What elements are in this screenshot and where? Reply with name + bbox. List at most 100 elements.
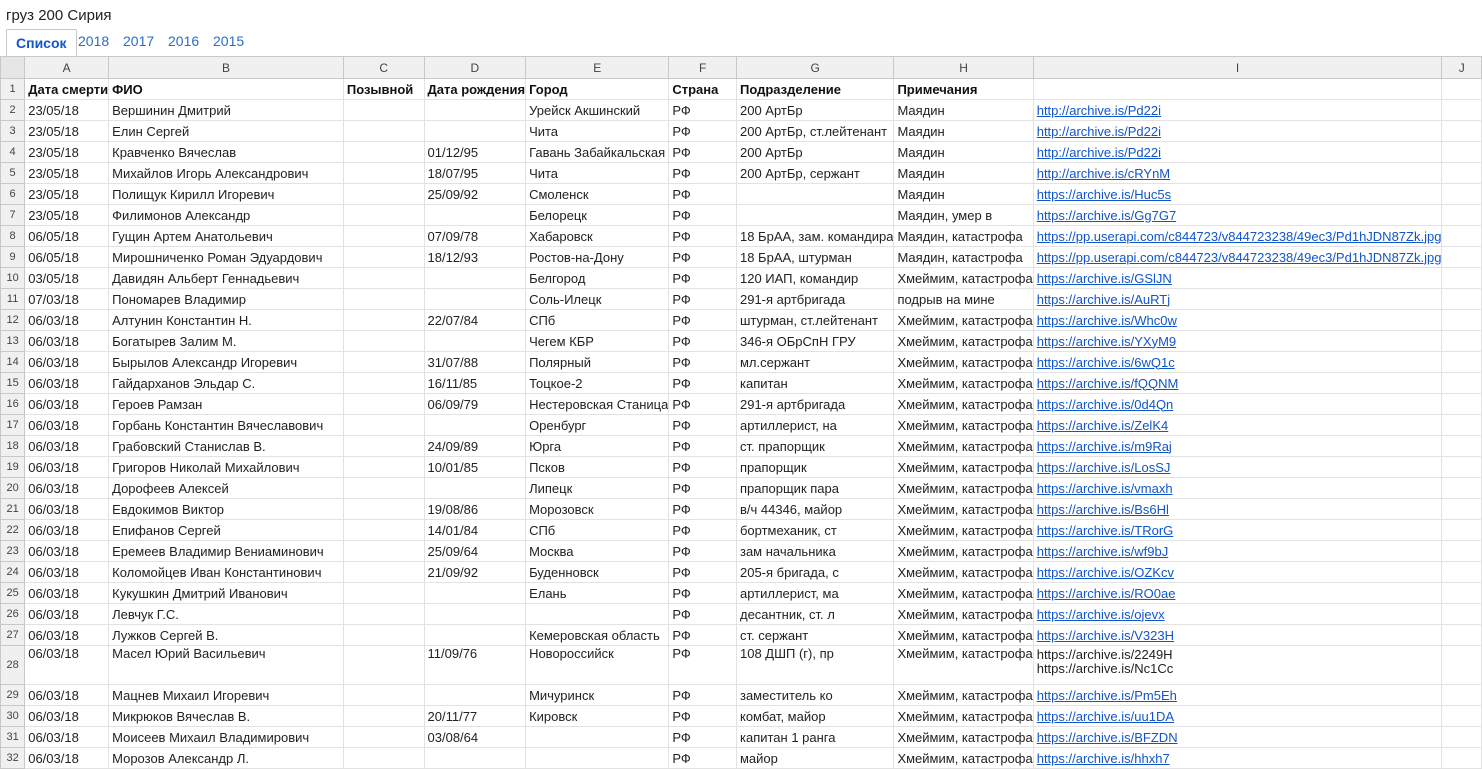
cell-name[interactable]: Героев Рамзан <box>108 393 344 415</box>
cell-unit[interactable]: артиллерист, ма <box>735 582 895 604</box>
cell-call[interactable] <box>342 456 425 478</box>
row-header[interactable]: 19 <box>0 456 26 478</box>
source-link[interactable]: https://archive.is/0d4Qn <box>1037 397 1174 412</box>
cell-j[interactable] <box>1441 393 1482 415</box>
cell-date[interactable]: 06/03/18 <box>24 477 110 499</box>
cell-date[interactable]: 23/05/18 <box>24 204 110 226</box>
cell-name[interactable]: Морозов Александр Л. <box>108 747 344 769</box>
cell-city[interactable]: Ростов-на-Дону <box>525 246 670 268</box>
cell-country[interactable]: РФ <box>668 267 737 289</box>
cell-date[interactable]: 06/03/18 <box>24 540 110 562</box>
cell-notes[interactable]: Маядин <box>893 183 1034 205</box>
cell-call[interactable] <box>342 540 425 562</box>
cell-date[interactable]: 06/03/18 <box>24 684 110 706</box>
cell-name[interactable]: Гайдарханов Эльдар С. <box>108 372 344 394</box>
cell-country[interactable]: РФ <box>668 414 737 436</box>
cell-born[interactable]: 07/09/78 <box>423 225 527 247</box>
select-all-corner[interactable] <box>0 56 26 79</box>
cell-notes[interactable]: Хмеймим, катастрофа <box>893 624 1034 646</box>
source-link[interactable]: https://archive.is/Huc5s <box>1037 187 1171 202</box>
cell-city[interactable]: Мичуринск <box>525 684 670 706</box>
cell-notes[interactable]: Хмеймим, катастрофа <box>893 330 1034 352</box>
cell-call[interactable] <box>342 309 425 331</box>
cell-unit[interactable]: штурман, ст.лейтенант <box>735 309 895 331</box>
row-header[interactable]: 9 <box>0 246 26 268</box>
header-cell[interactable] <box>1441 78 1482 100</box>
cell-country[interactable]: РФ <box>668 684 737 706</box>
cell-born[interactable] <box>423 624 527 646</box>
cell-unit[interactable]: майор <box>735 747 895 769</box>
cell-date[interactable]: 06/03/18 <box>24 519 110 541</box>
source-link[interactable]: https://archive.is/Pm5Eh <box>1037 688 1177 703</box>
cell-country[interactable]: РФ <box>668 99 737 121</box>
cell-born[interactable]: 20/11/77 <box>423 705 527 727</box>
cell-city[interactable]: Оренбург <box>525 414 670 436</box>
cell-notes[interactable]: Хмеймим, катастрофа <box>893 726 1034 748</box>
cell-city[interactable]: Белорецк <box>525 204 670 226</box>
header-cell[interactable]: Страна <box>668 78 737 100</box>
cell-date[interactable]: 06/03/18 <box>24 705 110 727</box>
cell-city[interactable]: Смоленск <box>525 183 670 205</box>
source-link[interactable]: https://archive.is/fQQNM <box>1037 376 1179 391</box>
source-link[interactable]: http://archive.is/Pd22i <box>1037 124 1161 139</box>
cell-call[interactable] <box>342 414 425 436</box>
cell-notes[interactable]: Хмеймим, катастрофа <box>893 477 1034 499</box>
cell-call[interactable] <box>342 99 425 121</box>
cell-country[interactable]: РФ <box>668 225 737 247</box>
source-link[interactable]: https://archive.is/LosSJ <box>1037 460 1171 475</box>
source-link[interactable]: http://archive.is/Pd22i <box>1037 145 1161 160</box>
cell-unit[interactable] <box>735 183 895 205</box>
cell-j[interactable] <box>1441 309 1482 331</box>
cell-city[interactable]: Буденновск <box>525 561 670 583</box>
column-header-a[interactable]: A <box>24 56 110 79</box>
cell-j[interactable] <box>1441 519 1482 541</box>
cell-country[interactable]: РФ <box>668 204 737 226</box>
column-header-e[interactable]: E <box>525 56 670 79</box>
row-header[interactable]: 15 <box>0 372 26 394</box>
source-link[interactable]: https://archive.is/uu1DA <box>1037 709 1174 724</box>
cell-date[interactable]: 06/05/18 <box>24 225 110 247</box>
cell-country[interactable]: РФ <box>668 435 737 457</box>
cell-born[interactable]: 01/12/95 <box>423 141 527 163</box>
source-link[interactable]: https://archive.is/OZKcv <box>1037 565 1174 580</box>
cell-unit[interactable]: 205-я бригада, с <box>735 561 895 583</box>
cell-unit[interactable]: 200 АртБр, сержант <box>735 162 895 184</box>
cell-name[interactable]: Горбань Константин Вячеславович <box>108 414 344 436</box>
cell-city[interactable]: Чита <box>525 162 670 184</box>
column-header-c[interactable]: C <box>342 56 425 79</box>
cell-country[interactable]: РФ <box>668 477 737 499</box>
column-header-g[interactable]: G <box>735 56 895 79</box>
cell-j[interactable] <box>1441 204 1482 226</box>
cell-name[interactable]: Епифанов Сергей <box>108 519 344 541</box>
cell-born[interactable]: 14/01/84 <box>423 519 527 541</box>
cell-born[interactable]: 11/09/76 <box>423 645 527 685</box>
cell-unit[interactable]: мл.сержант <box>735 351 895 373</box>
cell-born[interactable]: 22/07/84 <box>423 309 527 331</box>
cell-call[interactable] <box>342 477 425 499</box>
cell-unit[interactable]: 291-я артбригада <box>735 288 895 310</box>
row-header[interactable]: 29 <box>0 684 26 706</box>
cell-name[interactable]: Бырылов Александр Игоревич <box>108 351 344 373</box>
cell-city[interactable] <box>525 603 670 625</box>
cell-j[interactable] <box>1441 351 1482 373</box>
cell-born[interactable]: 03/08/64 <box>423 726 527 748</box>
cell-city[interactable]: Липецк <box>525 477 670 499</box>
row-header[interactable]: 7 <box>0 204 26 226</box>
row-header[interactable]: 11 <box>0 288 26 310</box>
cell-city[interactable]: Чегем КБР <box>525 330 670 352</box>
cell-notes[interactable]: Хмеймим, катастрофа <box>893 372 1034 394</box>
cell-call[interactable] <box>342 141 425 163</box>
cell-unit[interactable]: 18 БрАА, зам. командира <box>735 225 895 247</box>
cell-born[interactable] <box>423 204 527 226</box>
source-link[interactable]: https://archive.is/Bs6Hl <box>1037 502 1169 517</box>
cell-call[interactable] <box>342 225 425 247</box>
cell-name[interactable]: Микрюков Вячеслав В. <box>108 705 344 727</box>
cell-city[interactable]: Чита <box>525 120 670 142</box>
cell-country[interactable]: РФ <box>668 330 737 352</box>
cell-date[interactable]: 03/05/18 <box>24 267 110 289</box>
cell-country[interactable]: РФ <box>668 393 737 415</box>
cell-born[interactable] <box>423 747 527 769</box>
column-header-i[interactable]: I <box>1032 56 1443 79</box>
row-header[interactable]: 6 <box>0 183 26 205</box>
row-header[interactable]: 30 <box>0 705 26 727</box>
